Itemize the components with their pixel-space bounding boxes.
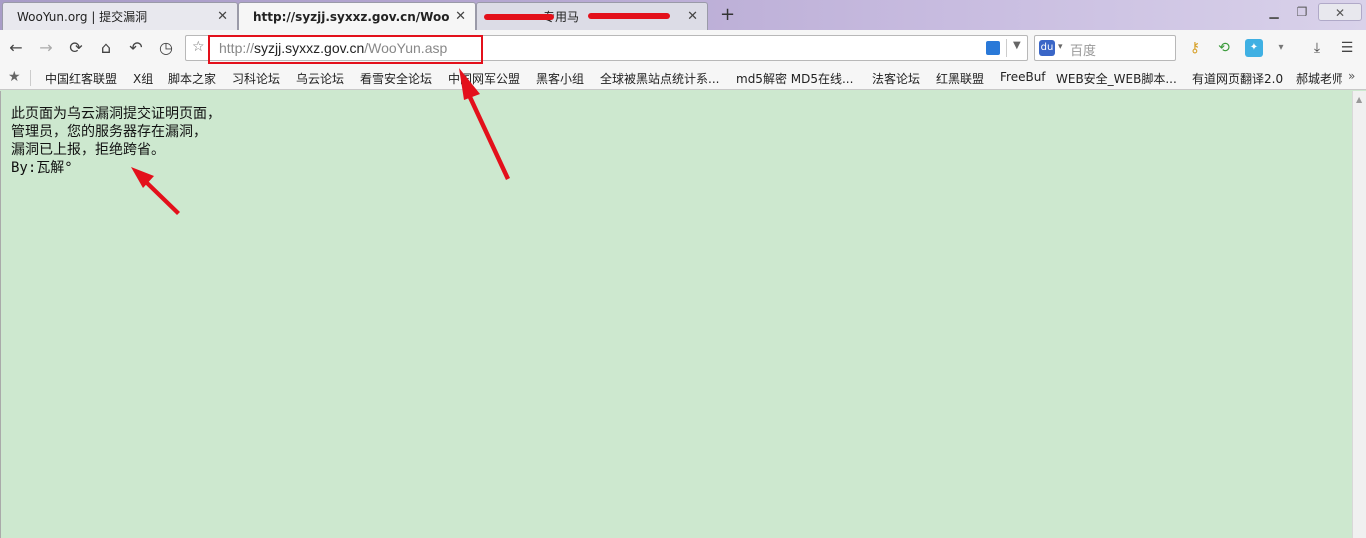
scroll-up-icon[interactable]: ▲ bbox=[1356, 95, 1362, 104]
game-icon[interactable]: ✦ bbox=[1245, 39, 1263, 57]
security-shield-icon[interactable] bbox=[986, 41, 1000, 55]
close-tab-icon[interactable]: ✕ bbox=[455, 9, 466, 24]
search-box[interactable]: du ▾ 百度 bbox=[1034, 35, 1176, 61]
bookmarks-bar: ★ 中国红客联盟 X组 脚本之家 习科论坛 乌云论坛 看雪安全论坛 中国网军公盟… bbox=[0, 66, 1366, 90]
message-line: 此页面为乌云漏洞提交证明页面， bbox=[11, 106, 221, 122]
tab-strip: WooYun.org | 提交漏洞 ✕ http://syzjj.syxxz.g… bbox=[0, 0, 1366, 31]
bookmark-item[interactable]: 脚本之家 bbox=[168, 70, 216, 87]
divider bbox=[30, 70, 31, 86]
message-line: By:瓦解° bbox=[11, 160, 73, 176]
new-tab-button[interactable]: + bbox=[720, 4, 735, 25]
bookmark-item[interactable]: WEB安全_WEB脚本... bbox=[1056, 70, 1177, 87]
home-icon[interactable]: ⌂ bbox=[96, 38, 116, 58]
minimize-button[interactable]: ▁ bbox=[1262, 3, 1286, 21]
bookmark-star-icon[interactable]: ☆ bbox=[192, 39, 205, 55]
bookmark-item[interactable]: 郝城老师 bbox=[1296, 70, 1342, 87]
reload-icon[interactable]: ⟳ bbox=[66, 38, 86, 58]
bookmark-item[interactable]: 有道网页翻译2.0 bbox=[1192, 70, 1283, 87]
bookmark-item[interactable]: 看雪安全论坛 bbox=[360, 70, 432, 87]
url-host: syzjj.syxxz.gov.cn bbox=[254, 40, 365, 56]
close-tab-icon[interactable]: ✕ bbox=[217, 9, 228, 24]
vertical-scrollbar[interactable]: ▲ bbox=[1352, 91, 1366, 538]
tab-wooyun-submit[interactable]: WooYun.org | 提交漏洞 ✕ bbox=[2, 2, 238, 30]
tab-title: http://syzjj.syxxz.gov.cn/WooYun.... bbox=[253, 10, 449, 24]
chevron-down-icon[interactable]: ▼ bbox=[1013, 40, 1021, 51]
maximize-button[interactable]: ❐ bbox=[1290, 3, 1314, 21]
paw-icon[interactable]: du bbox=[1039, 40, 1055, 56]
key-icon[interactable]: ⚷ bbox=[1186, 39, 1204, 57]
chevron-down-icon[interactable]: ▾ bbox=[1058, 42, 1063, 52]
navigation-bar: ← → ⟳ ⌂ ↶ ◷ ☆ http://syzjj.syxxz.gov.cn/… bbox=[0, 30, 1366, 66]
menu-icon[interactable]: ☰ bbox=[1338, 39, 1356, 57]
bookmark-item[interactable]: 全球被黑站点统计系... bbox=[600, 70, 719, 87]
history-icon[interactable]: ◷ bbox=[156, 38, 176, 58]
url-path: /WooYun.asp bbox=[364, 40, 448, 56]
bookmark-item[interactable]: 中国网军公盟 bbox=[448, 70, 520, 87]
bookmark-item[interactable]: 习科论坛 bbox=[232, 70, 280, 87]
bookmark-item[interactable]: 黑客小组 bbox=[536, 70, 584, 87]
close-tab-icon[interactable]: ✕ bbox=[687, 9, 698, 24]
bookmark-item[interactable]: 乌云论坛 bbox=[296, 70, 344, 87]
download-icon[interactable]: ⤓ bbox=[1308, 39, 1326, 57]
undo-close-icon[interactable]: ↶ bbox=[126, 38, 146, 58]
url-text[interactable]: http://syzjj.syxxz.gov.cn/WooYun.asp bbox=[219, 40, 447, 56]
bookmark-item[interactable]: 红黑联盟 bbox=[936, 70, 984, 87]
url-prefix: http:// bbox=[219, 40, 255, 56]
more-bookmarks-icon[interactable]: » bbox=[1348, 69, 1355, 83]
refresh-person-icon[interactable]: ⟲ bbox=[1215, 39, 1233, 57]
close-window-button[interactable]: ✕ bbox=[1318, 3, 1362, 21]
divider bbox=[1006, 39, 1007, 57]
chevron-down-icon[interactable]: ▾ bbox=[1272, 39, 1290, 57]
message-line: 漏洞已上报，拒绝跨省。 bbox=[11, 142, 165, 158]
redaction-scribble bbox=[484, 14, 554, 20]
bookmark-item[interactable]: 中国红客联盟 bbox=[45, 70, 117, 87]
redaction-scribble bbox=[588, 13, 670, 19]
tab-active-page[interactable]: http://syzjj.syxxz.gov.cn/WooYun.... ✕ bbox=[238, 2, 476, 31]
search-placeholder: 百度 bbox=[1070, 44, 1097, 59]
bookmark-item[interactable]: X组 bbox=[133, 70, 153, 87]
message-line: 管理员，您的服务器存在漏洞， bbox=[11, 124, 207, 140]
address-bar[interactable]: ☆ http://syzjj.syxxz.gov.cn/WooYun.asp ▼ bbox=[185, 35, 1028, 61]
back-icon[interactable]: ← bbox=[6, 38, 26, 58]
forward-icon[interactable]: → bbox=[36, 38, 56, 58]
bookmarks-star-icon[interactable]: ★ bbox=[8, 69, 21, 85]
bookmark-item[interactable]: md5解密 MD5在线... bbox=[736, 70, 853, 87]
bookmark-item[interactable]: FreeBuf bbox=[1000, 70, 1046, 84]
defacement-message: 此页面为乌云漏洞提交证明页面， 管理员，您的服务器存在漏洞， 漏洞已上报，拒绝跨… bbox=[11, 105, 221, 177]
tab-title: WooYun.org | 提交漏洞 bbox=[17, 10, 148, 24]
bookmark-item[interactable]: 法客论坛 bbox=[872, 70, 920, 87]
page-content: 此页面为乌云漏洞提交证明页面， 管理员，您的服务器存在漏洞， 漏洞已上报，拒绝跨… bbox=[0, 91, 1352, 538]
